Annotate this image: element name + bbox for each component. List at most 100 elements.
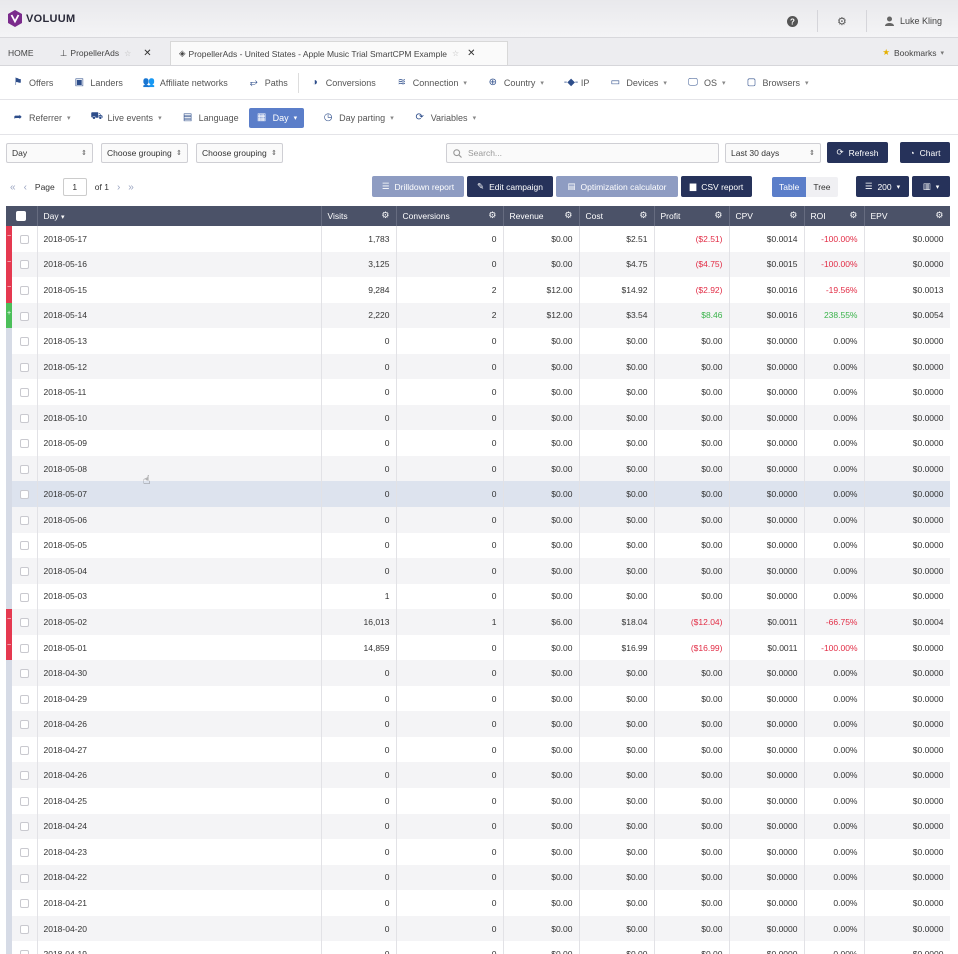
row-checkbox[interactable] bbox=[19, 541, 29, 551]
table-row[interactable]: 2018-04-1900$0.00$0.00$0.00$0.00000.00%$… bbox=[6, 941, 950, 954]
table-row[interactable]: 2018-04-29 0 0 $0.00 $0.00 $0.00 $0.0000 0.00% $… bbox=[6, 685, 950, 712]
gear-icon[interactable]: ⚙ bbox=[789, 210, 797, 221]
edit-campaign-button[interactable]: ✎ Edit campaign bbox=[467, 176, 553, 197]
grouping-select-1[interactable]: Day ⇕ bbox=[6, 143, 93, 163]
row-checkbox[interactable] bbox=[19, 337, 29, 347]
tab-home[interactable]: HOME bbox=[0, 41, 46, 65]
nav-country[interactable]: ⊕ Country ▾ bbox=[477, 77, 554, 88]
table-row[interactable]: 2018-05-11 0 0 $0.00 $0.00 $0.00 $0.0000 0.00% $… bbox=[6, 379, 950, 405]
nav-conversions[interactable]: ◑ Conversions bbox=[299, 77, 386, 88]
row-select-cell[interactable] bbox=[6, 430, 38, 456]
row-select-cell[interactable]: + bbox=[6, 302, 38, 329]
gear-icon[interactable]: ⚙ bbox=[381, 210, 389, 221]
close-icon[interactable]: ✕ bbox=[467, 48, 475, 59]
table-row[interactable]: 2018-05-12 0 0 $0.00 $0.00 $0.00 $0.0000 0.00% $… bbox=[6, 353, 950, 380]
row-checkbox[interactable] bbox=[19, 796, 29, 806]
nav-connection[interactable]: ≋ Connection ▾ bbox=[386, 77, 477, 88]
row-checkbox[interactable] bbox=[19, 311, 29, 321]
column-header-epv[interactable]: EPV ⚙ bbox=[864, 206, 950, 226]
table-view-button[interactable]: Table bbox=[772, 177, 807, 197]
table-row[interactable]: − 2018-05-16 3,125 0 $0.00 $4.75 ($4.75) $0.001… bbox=[6, 251, 950, 278]
table-row[interactable]: 2018-04-23 0 0 $0.00 $0.00 $0.00 $0.0000 0.00% $… bbox=[6, 839, 950, 865]
nav-day-parting[interactable]: ◷ Day parting ▾ bbox=[312, 112, 404, 123]
next-page-icon[interactable]: › bbox=[117, 182, 120, 193]
table-row[interactable]: 2018-05-13 0 0 $0.00 $0.00 $0.00 $0.0000 0.00% $… bbox=[6, 328, 950, 354]
nav-paths[interactable]: ⥂ Paths bbox=[238, 77, 298, 88]
rows-per-page-select[interactable]: ☰ 200 ▾ bbox=[856, 176, 909, 197]
nav-referrer[interactable]: ➦ Referrer ▾ bbox=[2, 112, 81, 123]
nav-language[interactable]: ▤ Language bbox=[172, 112, 249, 123]
table-row[interactable]: 2018-05-05 0 0 $0.00 $0.00 $0.00 $0.0000 0.00% $… bbox=[6, 532, 950, 559]
row-select-cell[interactable] bbox=[6, 379, 38, 405]
tab-campaign-detail[interactable]: ◈ PropellerAds - United States - Apple M… bbox=[170, 41, 508, 65]
table-row[interactable]: 2018-04-22 0 0 $0.00 $0.00 $0.00 $0.0000 0.00% $… bbox=[6, 864, 950, 891]
tree-view-button[interactable]: Tree bbox=[806, 177, 838, 197]
table-row[interactable]: 2018-05-03 1 0 $0.00 $0.00 $0.00 $0.0000 0.00% $… bbox=[6, 583, 950, 610]
columns-select[interactable]: ▥ ▾ bbox=[912, 176, 950, 197]
row-select-cell[interactable] bbox=[6, 915, 38, 942]
row-select-cell[interactable] bbox=[6, 532, 38, 559]
row-select-cell[interactable] bbox=[6, 864, 38, 891]
row-select-cell[interactable]: − bbox=[6, 226, 38, 252]
row-checkbox[interactable] bbox=[19, 745, 29, 755]
row-checkbox[interactable] bbox=[19, 822, 29, 832]
row-select-cell[interactable] bbox=[6, 890, 38, 916]
column-header-cost[interactable]: Cost ⚙ bbox=[579, 206, 655, 226]
row-checkbox[interactable] bbox=[19, 643, 29, 653]
nav-live-events[interactable]: ⛟ Live events ▾ bbox=[81, 111, 172, 124]
row-select-cell[interactable] bbox=[6, 660, 38, 686]
table-row[interactable]: −2018-05-02 16,013 1 $6.00 $18.04 ($12.04) $0.… bbox=[6, 609, 950, 635]
row-checkbox[interactable] bbox=[19, 413, 29, 423]
row-select-cell[interactable] bbox=[6, 685, 38, 712]
table-row[interactable]: 2018-04-24 0 0 $0.00 $0.00 $0.00 $0.0000 0.00% $… bbox=[6, 813, 950, 840]
nav-devices[interactable]: ▭ Devices ▾ bbox=[599, 77, 677, 88]
row-select-cell[interactable] bbox=[6, 711, 38, 737]
row-select-cell[interactable] bbox=[6, 353, 38, 380]
row-checkbox[interactable] bbox=[19, 515, 29, 525]
row-checkbox[interactable] bbox=[19, 285, 29, 295]
row-checkbox[interactable] bbox=[19, 899, 29, 909]
row-select-cell[interactable] bbox=[6, 404, 38, 431]
gear-icon[interactable]: ⚙ bbox=[488, 210, 496, 221]
select-all-checkbox[interactable] bbox=[6, 206, 38, 226]
star-icon[interactable]: ☆ bbox=[452, 49, 459, 58]
row-select-cell[interactable] bbox=[6, 558, 38, 584]
optimization-calculator-button[interactable]: ▤ Optimization calculator bbox=[556, 176, 678, 197]
table-row[interactable]: 2018-04-27 0 0 $0.00 $0.00 $0.00 $0.0000 0.00% $… bbox=[6, 736, 950, 763]
nav-landers[interactable]: ▣ Landers bbox=[63, 77, 133, 88]
gear-icon[interactable]: ⚙ bbox=[564, 210, 572, 221]
row-checkbox[interactable] bbox=[19, 873, 29, 883]
table-row[interactable]: 2018-05-06 0 0 $0.00 $0.00 $0.00 $0.0000 0.00% $… bbox=[6, 507, 950, 533]
column-header-roi[interactable]: ROI ⚙ bbox=[804, 206, 865, 226]
nav-ip[interactable]: -◆- IP bbox=[554, 77, 600, 88]
csv-report-button[interactable]: ▆ CSV report bbox=[681, 176, 752, 197]
grouping-select-3[interactable]: Choose grouping ⇕ bbox=[196, 143, 283, 163]
help-icon[interactable]: ? bbox=[787, 15, 799, 27]
row-checkbox[interactable] bbox=[19, 771, 29, 781]
row-checkbox[interactable] bbox=[19, 260, 29, 270]
row-checkbox[interactable] bbox=[19, 362, 29, 372]
table-row[interactable]: 2018-04-26 0 0 $0.00 $0.00 $0.00 $0.0000 0.00% $… bbox=[6, 762, 950, 789]
column-header-profit[interactable]: Profit ⚙ bbox=[654, 206, 730, 226]
row-select-cell[interactable] bbox=[6, 839, 38, 865]
table-row[interactable]: 2018-04-30 0 0 $0.00 $0.00 $0.00 $0.0000 0.00% $… bbox=[6, 660, 950, 686]
row-select-cell[interactable] bbox=[6, 583, 38, 610]
row-select-cell[interactable] bbox=[6, 813, 38, 840]
row-checkbox[interactable] bbox=[19, 618, 29, 628]
table-row[interactable]: +2018-05-14 2,220 2 $12.00 $3.54 $8.46 $0.0016… bbox=[6, 302, 950, 329]
row-checkbox[interactable] bbox=[19, 464, 29, 474]
row-checkbox[interactable] bbox=[19, 694, 29, 704]
column-header-conversions[interactable]: Conversions ⚙ bbox=[396, 206, 504, 226]
table-row[interactable]: 2018-05-10 0 0 $0.00 $0.00 $0.00 $0.0000 0.00% $… bbox=[6, 404, 950, 431]
column-header-cpv[interactable]: CPV ⚙ bbox=[729, 206, 805, 226]
nav-offers[interactable]: ⚑ Offers bbox=[2, 77, 63, 88]
logo[interactable]: VOLUUM bbox=[8, 10, 75, 27]
chart-button[interactable]: ◔ Chart bbox=[900, 142, 950, 163]
drilldown-report-button[interactable]: ☰ Drilldown report bbox=[372, 176, 464, 197]
tab-propellerads[interactable]: ⊥ PropellerAds ☆ ✕ bbox=[52, 41, 166, 65]
date-range-select[interactable]: Last 30 days ⇕ bbox=[725, 143, 821, 163]
table-row[interactable]: − 2018-05-17 1,783 0 $0.00 $2.51 ($2.51) $0.001… bbox=[6, 226, 950, 252]
row-select-cell[interactable]: − bbox=[6, 277, 38, 303]
user-menu[interactable]: Luke Kling bbox=[884, 16, 942, 26]
row-checkbox[interactable] bbox=[19, 924, 29, 934]
